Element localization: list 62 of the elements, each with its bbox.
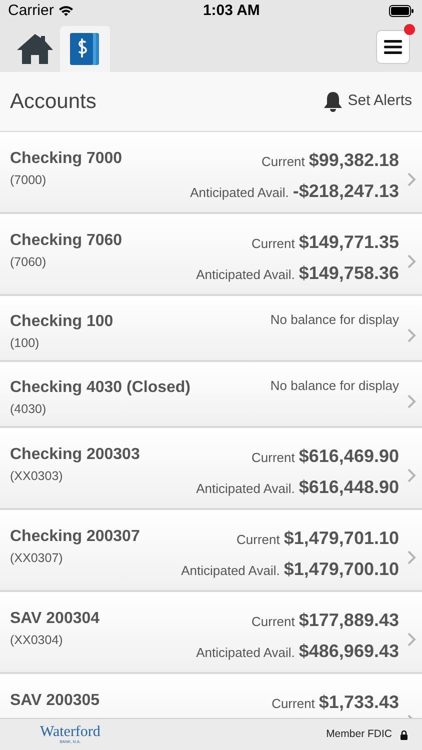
balance-amount: $149,758.36 — [298, 262, 399, 285]
account-name: Checking 200303 — [10, 445, 141, 465]
balance-amount: $177,889.43 — [298, 609, 399, 632]
page-title: Accounts — [10, 88, 96, 115]
account-name: SAV 200304 — [10, 609, 101, 629]
no-balance-text: No balance for display — [270, 377, 399, 395]
account-name: Checking 7060 — [10, 231, 124, 251]
balance-amount: $99,382.18 — [308, 149, 399, 172]
account-number: (XX0304) — [10, 632, 64, 649]
balance-amount: $149,771.35 — [298, 231, 399, 254]
no-balance-text: No balance for display — [270, 311, 399, 329]
menu-button[interactable] — [376, 30, 410, 64]
balance-amount: $616,469.90 — [298, 445, 399, 468]
wifi-icon — [58, 5, 74, 17]
account-number: (4030) — [10, 401, 48, 418]
balance-label: Anticipated Avail. — [181, 562, 280, 580]
balance-amount: -$218,247.13 — [292, 180, 399, 203]
balance-label: Current — [252, 235, 295, 253]
account-name: SAV 200305 — [10, 691, 101, 711]
account-row[interactable]: SAV 200305 Current $1,733.43 — [0, 674, 422, 718]
account-row[interactable]: Checking 4030 (Closed) (4030) No balance for display — [0, 362, 422, 428]
bell-icon — [322, 90, 343, 112]
carrier-label: Carrier — [8, 0, 54, 21]
account-name: Checking 4030 (Closed) — [10, 378, 192, 398]
account-name: Checking 100 — [10, 312, 114, 332]
account-row[interactable]: Checking 200303 (XX0303) Current $616,469.90 Anticipated Avail. $616,448.90 — [0, 428, 422, 510]
balance-amount: $616,448.90 — [298, 476, 399, 499]
dollar-card-icon — [69, 32, 101, 66]
account-row[interactable]: Checking 200307 (XX0307) Current $1,479,701.10 Anticipated Avail. $1,479,700.10 — [0, 510, 422, 592]
menu-icon — [384, 40, 402, 54]
account-row[interactable]: Checking 7000 (7000) Current $99,382.18 Anticipated Avail. -$218,247.13 — [0, 132, 422, 214]
account-row[interactable]: SAV 200304 (XX0304) Current $177,889.43 Anticipated Avail. $486,969.43 — [0, 592, 422, 674]
status-time: 1:03 AM — [202, 0, 260, 21]
balance-amount: $1,479,701.10 — [284, 527, 399, 550]
balance-amount: $1,479,700.10 — [284, 558, 399, 581]
balance-amount: $1,733.43 — [318, 691, 399, 714]
home-icon — [16, 33, 54, 65]
account-row[interactable]: Checking 7060 (7060) Current $149,771.35 Anticipated Avail. $149,758.36 — [0, 214, 422, 296]
balance-label: Current — [262, 153, 305, 171]
account-number: (100) — [10, 335, 40, 352]
battery-icon — [389, 5, 414, 17]
bank-logo: Waterford — [40, 725, 100, 740]
account-number: (XX0303) — [10, 468, 64, 485]
account-number: (7060) — [10, 254, 48, 271]
set-alerts-button[interactable]: Set Alerts — [322, 90, 412, 113]
balance-amount: $486,969.43 — [298, 640, 399, 663]
lock-icon — [400, 730, 408, 740]
balance-label: Current — [252, 613, 295, 631]
balance-label: Anticipated Avail. — [196, 644, 295, 662]
balance-label: Anticipated Avail. — [196, 266, 295, 284]
tab[interactable] — [60, 26, 110, 72]
account-name: Checking 7000 — [10, 149, 124, 169]
account-name: Checking 200307 — [10, 527, 141, 547]
account-number: (7000) — [10, 172, 48, 189]
balance-label: Current — [252, 449, 295, 467]
balance-label: Current — [272, 695, 315, 713]
fdic-label: Member FDIC — [326, 726, 392, 742]
balance-label: Anticipated Avail. — [196, 480, 295, 498]
balance-label: Anticipated Avail. — [190, 184, 289, 202]
balance-label: Current — [236, 531, 280, 549]
account-number: (XX0307) — [10, 550, 64, 567]
account-row[interactable]: Checking 100 (100) No balance for display — [0, 296, 422, 362]
